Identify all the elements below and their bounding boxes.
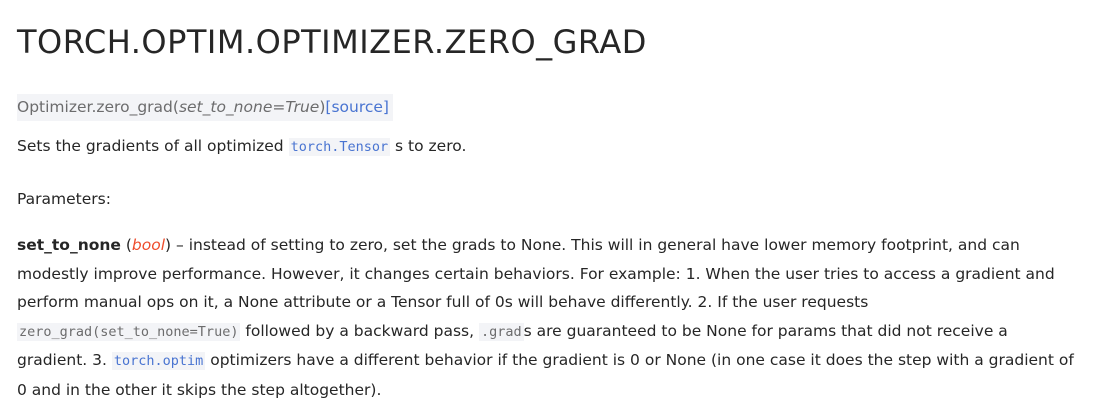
param-code-grad: .grad	[478, 322, 524, 341]
source-link[interactable]: [source]	[325, 98, 389, 116]
param-set-to-none: set_to_none (bool) – instead of setting …	[17, 231, 1077, 404]
page-title: TORCH.OPTIM.OPTIMIZER.ZERO_GRAD	[17, 23, 647, 61]
param-code-zero-grad: zero_grad(set_to_none=True)	[17, 322, 241, 341]
param-code-torch-optim: torch.optim	[111, 352, 206, 370]
param-name: set_to_none	[17, 236, 121, 254]
tensor-code: torch.Tensor	[288, 138, 391, 156]
description-text-before: Sets the gradients of all optimized	[17, 137, 289, 155]
description-text-after: s to zero.	[390, 137, 467, 155]
param-type-open: (	[120, 236, 132, 254]
signature-param: set_to_none=True	[178, 98, 320, 116]
tensor-link[interactable]: torch.Tensor	[288, 137, 391, 156]
signature-name: Optimizer.zero_grad	[17, 98, 173, 116]
function-signature: Optimizer.zero_grad(set_to_none=True)[so…	[17, 94, 393, 121]
function-description: Sets the gradients of all optimized torc…	[17, 135, 1087, 158]
param-type: bool	[131, 236, 166, 254]
parameters-label: Parameters:	[17, 190, 111, 208]
param-text-2: followed by a backward pass,	[240, 321, 479, 340]
torch-optim-link[interactable]: torch.optim	[111, 351, 206, 370]
param-text-1: – instead of setting to zero, set the gr…	[17, 236, 1055, 311]
doc-page: TORCH.OPTIM.OPTIMIZER.ZERO_GRAD Optimize…	[17, 0, 1087, 404]
param-type-link[interactable]: bool	[132, 236, 165, 254]
